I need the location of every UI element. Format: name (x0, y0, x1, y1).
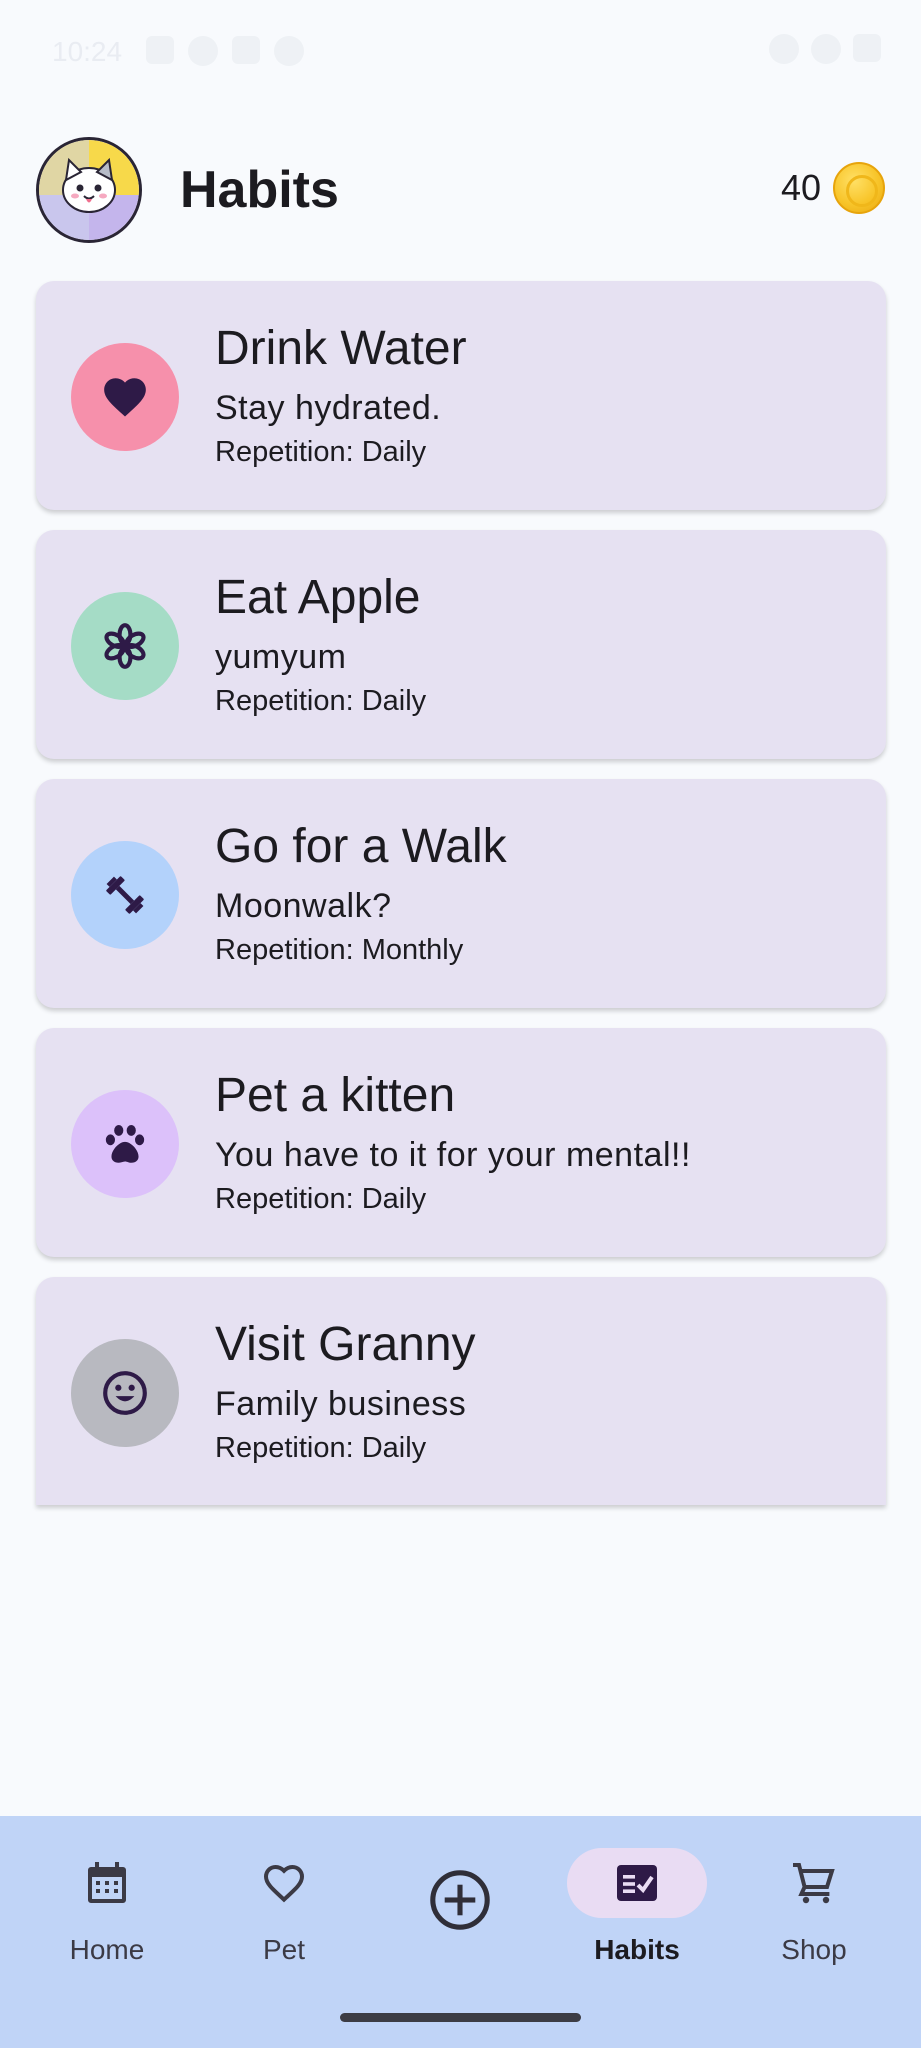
nav-item-home[interactable]: Home (37, 1816, 177, 2016)
habit-description: Moonwalk? (215, 887, 392, 925)
notification-icon (188, 36, 218, 66)
nav-label: Habits (594, 1934, 680, 1965)
habit-card[interactable]: Visit Granny Family business Repetition:… (36, 1277, 886, 1505)
app-header: Habits 40 (0, 130, 921, 250)
nav-item-shop[interactable]: Shop (744, 1816, 884, 2016)
nav-label: Pet (262, 1934, 306, 1965)
nav-item-add[interactable] (390, 1816, 530, 2016)
notification-icon (146, 36, 174, 64)
nav-icon-container (744, 1848, 884, 1918)
calendar-icon (88, 1862, 126, 1903)
status-time: 10:24 (52, 36, 123, 67)
signal-icon (769, 34, 799, 64)
habit-name: Drink Water (215, 322, 467, 375)
notification-icon (232, 36, 260, 64)
status-bar: 10:24 (0, 0, 921, 100)
habit-icon-badge (71, 1339, 179, 1447)
home-indicator[interactable] (340, 2013, 581, 2022)
habit-icon-badge (71, 343, 179, 451)
coin-balance: 40 (781, 162, 885, 214)
cart-icon (793, 1863, 835, 1904)
nav-icon-container (37, 1848, 177, 1918)
avatar[interactable] (36, 137, 142, 243)
cat-avatar-icon (39, 140, 139, 240)
heart-icon (104, 378, 146, 417)
checklist-icon (617, 1865, 657, 1901)
nav-active-indicator (567, 1848, 707, 1918)
habit-repetition: Repetition: Daily (215, 685, 427, 717)
coin-icon (833, 162, 885, 214)
habit-icon-badge (71, 1090, 179, 1198)
habit-card[interactable]: Pet a kitten You have to it for your men… (36, 1028, 886, 1257)
habit-repetition: Repetition: Daily (215, 1183, 427, 1215)
nav-label: Home (69, 1934, 145, 1965)
dumbbell-icon (106, 876, 144, 914)
habit-card[interactable]: Drink Water Stay hydrated. Repetition: D… (36, 281, 886, 510)
habit-description: yumyum (215, 638, 347, 676)
habit-name: Eat Apple (215, 571, 421, 624)
habit-description: Family business (215, 1385, 467, 1423)
add-circle-icon (430, 1870, 490, 1930)
habit-card[interactable]: Go for a Walk Moonwalk? Repetition: Mont… (36, 779, 886, 1008)
nav-icon-container (390, 1864, 530, 1936)
habit-description: You have to it for your mental!! (215, 1136, 691, 1174)
habit-description: Stay hydrated. (215, 389, 442, 427)
system-icons (769, 34, 881, 64)
notification-icon (274, 36, 304, 66)
habit-name: Visit Granny (215, 1318, 476, 1371)
coin-count: 40 (780, 167, 821, 208)
habit-repetition: Repetition: Monthly (215, 934, 464, 966)
habit-icon-badge (71, 592, 179, 700)
nav-item-habits[interactable]: Habits (567, 1816, 707, 2016)
notification-icons (146, 36, 304, 66)
habit-icon-badge (71, 841, 179, 949)
smiley-icon (103, 1371, 147, 1415)
habit-list: Drink Water Stay hydrated. Repetition: D… (36, 281, 886, 1525)
habit-card[interactable]: Eat Apple yumyum Repetition: Daily (36, 530, 886, 759)
wifi-icon (811, 34, 841, 64)
nav-item-pet[interactable]: Pet (214, 1816, 354, 2016)
habit-repetition: Repetition: Daily (215, 436, 427, 468)
battery-icon (853, 34, 881, 62)
page-title: Habits (180, 161, 339, 219)
heart-outline-icon (263, 1864, 305, 1903)
nav-label: Shop (781, 1934, 847, 1965)
flower-icon (104, 623, 146, 669)
habit-name: Pet a kitten (215, 1069, 456, 1122)
paw-icon (105, 1125, 145, 1163)
habit-name: Go for a Walk (215, 820, 507, 873)
habit-repetition: Repetition: Daily (215, 1432, 427, 1464)
nav-icon-container (214, 1848, 354, 1918)
